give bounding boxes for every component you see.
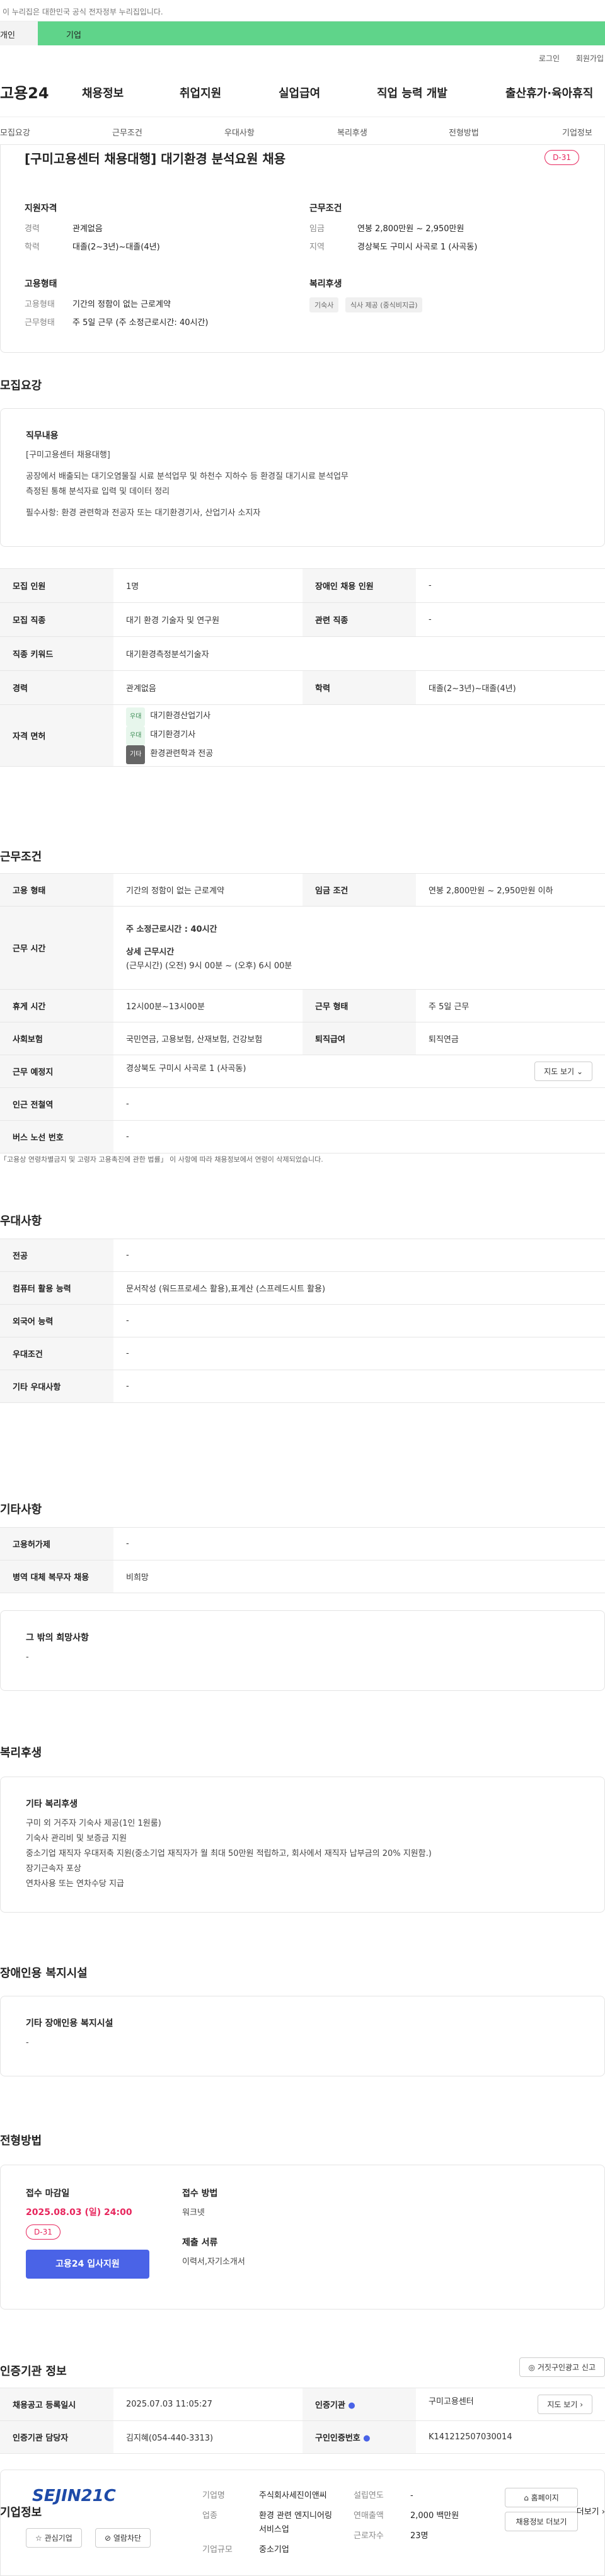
table-row: 자격 면허 우대 대기환경산업기사 우대 대기환경기사 기타 환경관련학과 전공 xyxy=(0,704,605,767)
chevron-down-icon: ⌄ xyxy=(576,1067,583,1076)
welfare-chip: 기숙사 xyxy=(309,297,339,312)
tab-benefit[interactable]: 복리후생 xyxy=(337,126,367,138)
table-row: 직종 키워드 대기환경측정분석기술자 xyxy=(0,636,605,671)
tab-company[interactable]: 기업정보 xyxy=(562,126,592,138)
table-row: 우대조건 - xyxy=(0,1337,605,1370)
table-row: 채용공고 등록일시 2025.07.03 11:05:27 인증기관 ● 구미고용… xyxy=(0,2388,605,2421)
etc-table: 고용허가제 - 병역 대체 복무자 채용 비희망 xyxy=(0,1527,605,1593)
company-jobs-button[interactable]: 채용정보 더보기 xyxy=(505,2512,578,2531)
table-row: 전공 - xyxy=(0,1239,605,1272)
menu-employment-support[interactable]: 취업지원 xyxy=(180,84,221,101)
apply-button[interactable]: 고용24 입사지원 xyxy=(26,2250,149,2279)
info-icon[interactable]: ● xyxy=(363,2434,370,2443)
table-row: 근무 시간 주 소정근로시간 : 40시간 상세 근무시간 (근무시간) (오전… xyxy=(0,906,605,990)
table-row: 근무 예정지 경상북도 구미시 사곡로 1 (사곡동) 지도 보기 ⌄ xyxy=(0,1055,605,1088)
benefit-box: 기타 복리후생 구미 외 거주자 기숙사 제공(1인 1원룸) 기숙사 관리비 … xyxy=(0,1777,605,1913)
table-row: 버스 노선 번호 - xyxy=(0,1120,605,1153)
tab-recruit[interactable]: 모집요강 xyxy=(0,126,30,138)
tab-selection[interactable]: 전형방법 xyxy=(449,126,479,138)
summary-conditions: 근무조건 임금 연봉 2,800만원 ~ 2,950만원 지역 경상북도 구미시 사… xyxy=(309,203,478,252)
login-link[interactable]: 로그인 xyxy=(539,54,560,63)
disability-box: 기타 장애인용 복지시설 - xyxy=(0,1996,605,2076)
tab-work[interactable]: 근무조건 xyxy=(112,126,142,138)
deadline-text: 2025.08.03 (일) 24:00 xyxy=(26,2207,132,2218)
job-title: [구미고용센터 채용대행] 대기환경 분석요원 채용 xyxy=(25,151,286,166)
menu-leave[interactable]: 출산휴가·육아휴직 xyxy=(505,84,593,101)
megaphone-icon: ◎ xyxy=(528,2363,536,2372)
work-hours-main: 주 소정근로시간 : 40시간 xyxy=(126,924,217,934)
company-logo: SEJIN21C xyxy=(32,2487,116,2505)
table-row: 모집 직종 대기 환경 기술자 및 연구원 관련 직종 - xyxy=(0,602,605,637)
block-icon: ⊘ xyxy=(105,2534,112,2543)
dday-badge: D-31 xyxy=(26,2224,60,2240)
gov-notice-bar: 이 누리집은 대한민국 공식 전자정부 누리집입니다. xyxy=(0,0,605,21)
tab-company[interactable]: 기업 xyxy=(38,21,605,45)
star-icon: ☆ xyxy=(35,2534,42,2543)
table-row: 휴게 시간 12시00분~13시00분 근무 형태 주 5일 근무 xyxy=(0,989,605,1022)
table-row: 인증기관 담당자 김지혜(054-440-3313) 구인인증번호 ● K1412… xyxy=(0,2420,605,2454)
section-selection-title: 전형방법 xyxy=(0,2134,42,2148)
work-table: 고용 형태 기간의 정함이 없는 근로계약 임금 조건 연봉 2,800만원 ~ 2… xyxy=(0,873,605,1153)
section-etc-title: 기타사항 xyxy=(0,1503,42,1516)
tab-personal[interactable]: 개인 xyxy=(0,21,38,45)
utility-links: 로그인 회원가입 xyxy=(0,45,605,67)
site-logo[interactable]: 고용24 xyxy=(0,81,79,103)
summary-welfare: 복리후생 기숙사 식사 제공 (중식비지급) xyxy=(309,277,426,312)
report-button[interactable]: ◎ 거짓구인광고 신고 xyxy=(519,2357,605,2377)
global-nav: 고용24 채용정보 취업지원 실업급여 직업 능력 개발 출산휴가·육아휴직 xyxy=(0,67,605,117)
map-button[interactable]: 지도 보기 ⌄ xyxy=(534,1062,592,1081)
section-disability-title: 장애인용 복지시설 xyxy=(0,1967,88,1980)
summary-employment: 고용형태 고용형태 기간의 정함이 없는 근로계약 근무형태 주 5일 근무 (주 … xyxy=(25,279,209,328)
section-work-title: 근무조건 xyxy=(0,850,42,864)
auth-table: 채용공고 등록일시 2025.07.03 11:05:27 인증기관 ● 구미고용… xyxy=(0,2388,605,2454)
section-prefer-title: 우대사항 xyxy=(0,1215,42,1228)
job-summary-card: [구미고용센터 채용대행] 대기환경 분석요원 채용 D-31 지원자격 경력 관… xyxy=(0,145,605,353)
summary-qualification: 지원자격 경력 관계없음 학력 대졸(2~3년)~대졸(4년) xyxy=(25,203,160,252)
company-info-right: 설립연도 - 연매출액 2,000 백만원 근로자수 23명 xyxy=(354,2491,459,2541)
company-info-left: 기업명 주식회사세진이앤씨 업종 환경 관련 엔지니어링 서비스업 기업규모 중소기업 xyxy=(202,2491,332,2555)
prefer-table: 전공 - 컴퓨터 활용 능력 문서작성 (워드프로세스 활용),표계산 (스프레드시… xyxy=(0,1239,605,1403)
menu-jobs[interactable]: 채용정보 xyxy=(82,84,124,101)
job-description-box: 직무내용 [구미고용센터 채용대행] 공장에서 배출되는 대기오염물질 시료 분… xyxy=(0,408,605,547)
welfare-chip: 식사 제공 (중식비지급) xyxy=(345,297,423,312)
join-link[interactable]: 회원가입 xyxy=(576,54,604,63)
auth-map-button[interactable]: 지도 보기 › xyxy=(538,2395,592,2414)
etc-wish-box: 그 밖의 희망사항 - xyxy=(0,1610,605,1691)
info-icon[interactable]: ● xyxy=(348,2401,355,2410)
table-row: 컴퓨터 활용 능력 문서작성 (워드프로세스 활용),표계산 (스프레드시트 활용… xyxy=(0,1271,605,1305)
recruit-table: 모집 인원 1명 장애인 채용 인원 - 모집 직종 대기 환경 기술자 및 연구원 … xyxy=(0,568,605,767)
table-row: 병역 대체 복무자 채용 비희망 xyxy=(0,1560,605,1593)
homepage-button[interactable]: ⌂ 홈페이지 xyxy=(505,2488,578,2507)
company-card: SEJIN21C ☆ 관심기업 ⊘ 열람차단 기업명 주식회사세진이앤씨 업종 환경… xyxy=(0,2470,605,2576)
section-benefit-title: 복리후생 xyxy=(0,1746,42,1760)
table-row: 고용허가제 - xyxy=(0,1527,605,1560)
section-recruit-title: 모집요강 xyxy=(0,379,42,392)
gov-notice-text: 이 누리집은 대한민국 공식 전자정부 누리집입니다. xyxy=(3,8,163,16)
user-type-tabs: 개인 기업 xyxy=(0,21,605,45)
favorite-button[interactable]: ☆ 관심기업 xyxy=(26,2528,82,2548)
table-row: 기타 우대사항 - xyxy=(0,1370,605,1403)
age-note: 「고용상 연령차별금지 및 고령자 고용촉진에 관한 법률」 이 사항에 따라 … xyxy=(0,1155,323,1164)
menu-unemployment[interactable]: 실업급여 xyxy=(279,84,320,101)
table-row: 사회보험 국민연금, 고용보험, 산재보험, 건강보험 퇴직급여 퇴직연금 xyxy=(0,1022,605,1055)
table-row: 고용 형태 기간의 정함이 없는 근로계약 임금 조건 연봉 2,800만원 ~ 2… xyxy=(0,873,605,907)
home-icon: ⌂ xyxy=(524,2493,529,2502)
section-auth-title: 인증기관 정보 xyxy=(0,2365,67,2378)
table-row: 경력 관계없음 학력 대졸(2~3년)~대졸(4년) xyxy=(0,670,605,705)
tab-prefer[interactable]: 우대사항 xyxy=(224,126,255,138)
detail-content: 모집요강 직무내용 [구미고용센터 채용대행] 공장에서 배출되는 대기오염물질… xyxy=(0,353,605,2576)
detail-tabs: 모집요강 근무조건 우대사항 복리후생 전형방법 기업정보 xyxy=(0,117,605,145)
selection-box: 접수 마감일 2025.08.03 (일) 24:00 D-31 고용24 입사… xyxy=(0,2165,605,2310)
menu-training[interactable]: 직업 능력 개발 xyxy=(377,84,447,101)
dday-badge: D-31 xyxy=(544,150,579,165)
block-button[interactable]: ⊘ 열람차단 xyxy=(95,2528,151,2548)
table-row: 모집 인원 1명 장애인 채용 인원 - xyxy=(0,568,605,603)
table-row: 인근 전철역 - xyxy=(0,1087,605,1121)
table-row: 외국어 능력 - xyxy=(0,1304,605,1337)
